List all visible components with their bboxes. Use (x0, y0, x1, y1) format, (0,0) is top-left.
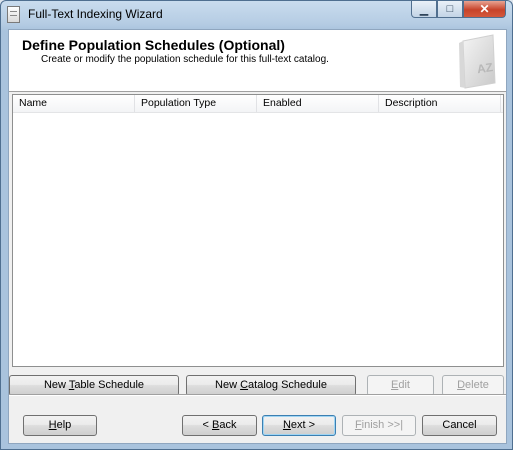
button-label: atalog Schedule (248, 379, 327, 391)
finish-button[interactable]: Finish >>| (342, 415, 416, 436)
button-accelerator: F (354, 419, 362, 431)
new-table-schedule-button[interactable]: New Table Schedule (9, 375, 179, 396)
maximize-button[interactable]: □ (437, 1, 463, 18)
button-label: Cancel (442, 419, 477, 431)
close-button[interactable]: ✕ (463, 1, 506, 18)
book-icon-label: AZ (476, 60, 494, 76)
close-icon: ✕ (479, 2, 490, 16)
column-header-description[interactable]: Description (379, 95, 501, 112)
schedule-list-header: Name Population Type Enabled Description (13, 95, 503, 113)
button-label: dit (398, 379, 410, 391)
button-label: ack (219, 419, 237, 431)
button-accelerator: D (457, 379, 466, 391)
page-header: Define Population Schedules (Optional) C… (9, 30, 506, 92)
button-label: able Schedule (74, 379, 145, 391)
catalog-book-icon: AZ (459, 34, 496, 89)
button-label: elp (56, 419, 72, 431)
wizard-body: Define Population Schedules (Optional) C… (8, 29, 507, 444)
cancel-button[interactable]: Cancel (422, 415, 497, 436)
maximize-icon: □ (446, 3, 454, 15)
column-header-population-type[interactable]: Population Type (135, 95, 257, 112)
footer-separator (9, 394, 506, 396)
button-label: ext > (290, 419, 316, 431)
button-label: < (202, 419, 212, 431)
page-title: Define Population Schedules (Optional) (22, 37, 285, 53)
minimize-icon: ▁ (419, 3, 429, 16)
button-label: New (43, 379, 69, 391)
delete-button[interactable]: Delete (442, 375, 504, 396)
back-button[interactable]: < Back (182, 415, 257, 436)
help-button[interactable]: Help (23, 415, 97, 436)
button-accelerator: H (48, 419, 57, 431)
title-bar[interactable]: Full-Text Indexing Wizard ▁ □ ✕ (1, 1, 512, 29)
edit-button[interactable]: Edit (367, 375, 434, 396)
window-title: Full-Text Indexing Wizard (28, 7, 163, 21)
column-header-name[interactable]: Name (13, 95, 135, 112)
wizard-window: Full-Text Indexing Wizard ▁ □ ✕ Define P… (0, 0, 513, 450)
button-label: New (215, 379, 241, 391)
document-icon (7, 6, 20, 23)
button-accelerator: C (240, 379, 249, 391)
button-label: inish >>| (361, 419, 404, 431)
page-subtitle: Create or modify the population schedule… (41, 54, 329, 65)
column-header-enabled[interactable]: Enabled (257, 95, 379, 112)
button-accelerator: N (282, 419, 291, 431)
new-catalog-schedule-button[interactable]: New Catalog Schedule (186, 375, 356, 396)
button-label: elete (465, 379, 489, 391)
minimize-button[interactable]: ▁ (411, 1, 437, 18)
next-button[interactable]: Next > (262, 415, 336, 436)
caption-buttons: ▁ □ ✕ (411, 1, 506, 19)
schedule-list[interactable]: Name Population Type Enabled Description (12, 94, 504, 367)
